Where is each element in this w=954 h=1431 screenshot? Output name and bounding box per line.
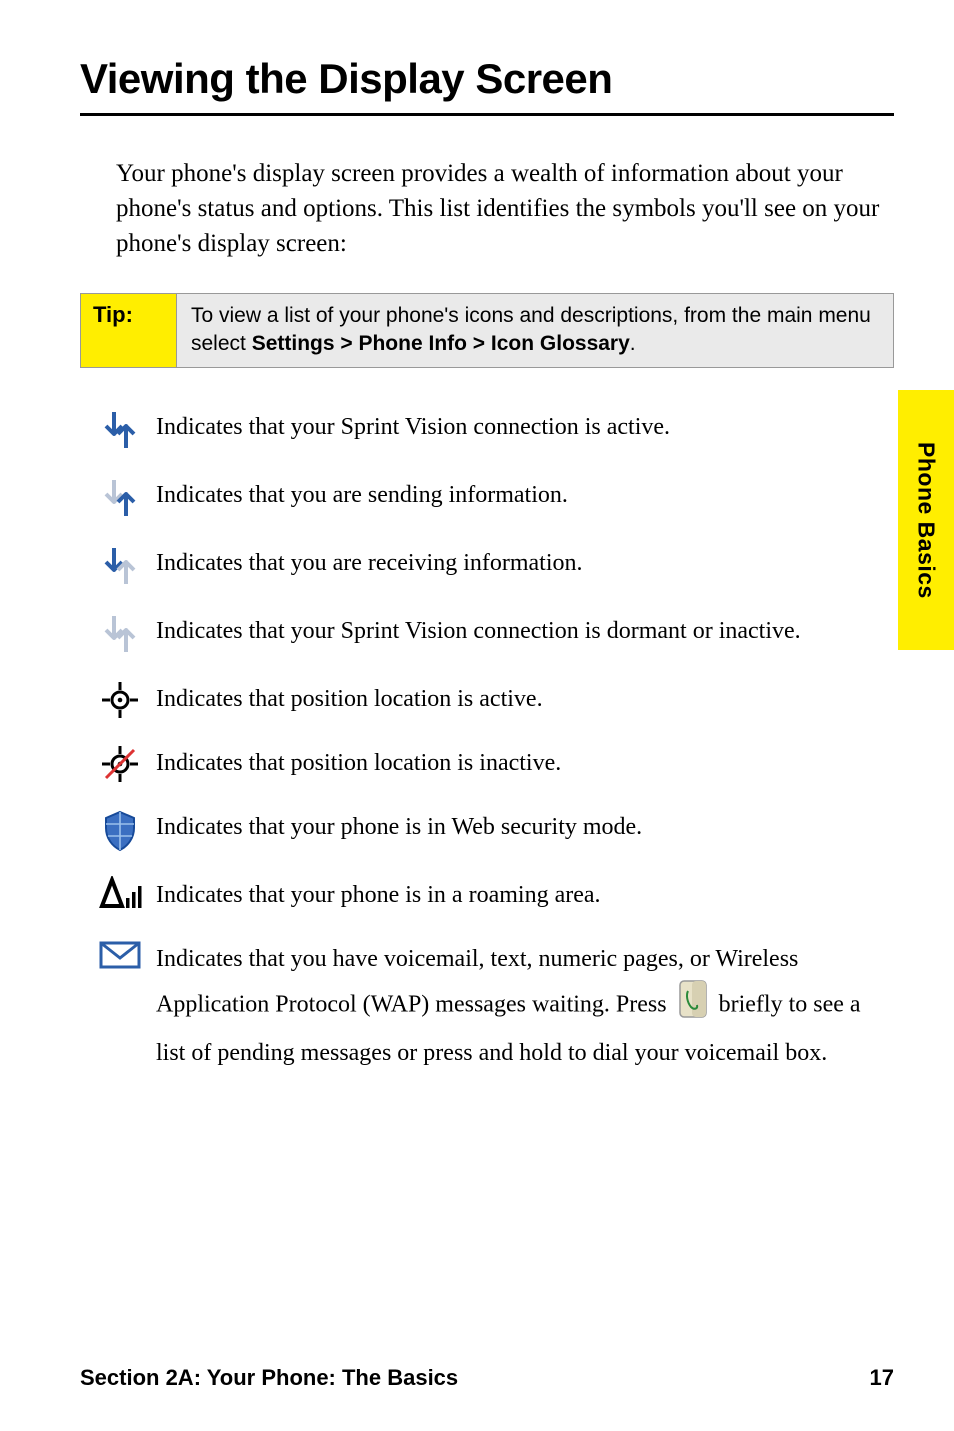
tip-text-c: . [630, 332, 636, 355]
section-tab-label: Phone Basics [913, 442, 940, 599]
location-inactive-icon [84, 742, 156, 784]
tip-body: To view a list of your phone's icons and… [177, 294, 893, 367]
list-item: Indicates that your Sprint Vision connec… [84, 406, 884, 452]
footer-section: Section 2A: Your Phone: The Basics [80, 1365, 458, 1391]
item-desc: Indicates that your Sprint Vision connec… [156, 406, 884, 448]
item-desc: Indicates that you are sending informati… [156, 474, 884, 516]
page-footer: Section 2A: Your Phone: The Basics 17 [80, 1365, 894, 1391]
list-item: Indicates that your phone is in a roamin… [84, 874, 884, 916]
list-item: Indicates that your phone is in Web secu… [84, 806, 884, 852]
footer-page-number: 17 [870, 1365, 894, 1391]
item-desc: Indicates that your Sprint Vision connec… [156, 610, 884, 652]
roaming-icon [84, 874, 156, 916]
list-item: Indicates that position location is acti… [84, 678, 884, 720]
list-item: Indicates that you are receiving informa… [84, 542, 884, 588]
item-desc: Indicates that position location is inac… [156, 742, 884, 784]
item-desc: Indicates that you are receiving informa… [156, 542, 884, 584]
web-security-icon [84, 806, 156, 852]
vision-dormant-icon [84, 610, 156, 656]
vision-sending-icon [84, 474, 156, 520]
vision-receiving-icon [84, 542, 156, 588]
item-desc: Indicates that your phone is in a roamin… [156, 874, 884, 916]
tip-text-bold: Settings > Phone Info > Icon Glossary [252, 332, 630, 355]
vision-active-icon [84, 406, 156, 452]
talk-key-icon [679, 980, 707, 1032]
tip-label: Tip: [81, 294, 177, 367]
list-item: Indicates that you have voicemail, text,… [84, 938, 884, 1074]
item-desc: Indicates that you have voicemail, text,… [156, 938, 884, 1074]
list-item: Indicates that position location is inac… [84, 742, 884, 784]
item-desc: Indicates that your phone is in Web secu… [156, 806, 884, 848]
icon-glossary-list: Indicates that your Sprint Vision connec… [84, 406, 894, 1074]
intro-paragraph: Your phone's display screen provides a w… [116, 156, 894, 261]
envelope-icon [84, 938, 156, 970]
page-title: Viewing the Display Screen [80, 55, 894, 116]
list-item: Indicates that your Sprint Vision connec… [84, 610, 884, 656]
list-item: Indicates that you are sending informati… [84, 474, 884, 520]
location-active-icon [84, 678, 156, 720]
item-desc: Indicates that position location is acti… [156, 678, 884, 720]
tip-box: Tip: To view a list of your phone's icon… [80, 293, 894, 368]
section-tab: Phone Basics [898, 390, 954, 650]
